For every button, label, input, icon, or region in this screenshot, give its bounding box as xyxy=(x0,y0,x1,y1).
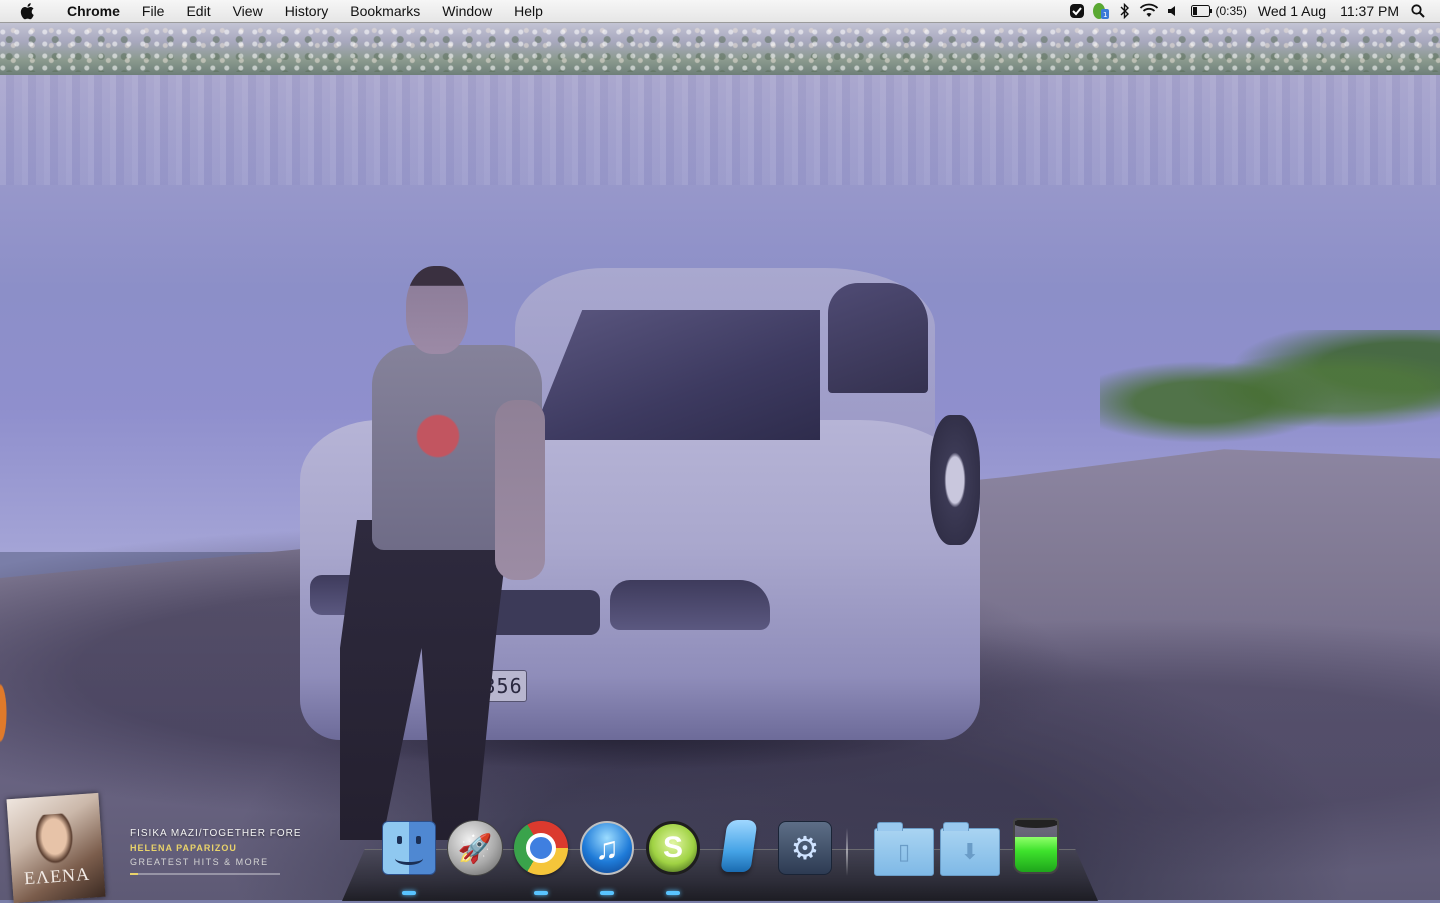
battery-status[interactable]: (0:35) xyxy=(1185,4,1251,18)
dock-item-documents[interactable]: ▯ xyxy=(872,824,936,880)
clock-time[interactable]: 11:37 PM xyxy=(1333,3,1406,19)
menu-window[interactable]: Window xyxy=(431,0,503,22)
dock-item-skype[interactable]: S xyxy=(645,820,701,876)
evernote-sync-icon[interactable]: 1 xyxy=(1089,0,1113,22)
album-art-title: EΛENA xyxy=(23,864,90,890)
bluetooth-icon[interactable] xyxy=(1113,0,1137,22)
eraser-icon xyxy=(720,820,757,872)
battery-icon xyxy=(1191,5,1213,17)
desktop-edge-item xyxy=(0,678,8,748)
volume-icon[interactable] xyxy=(1161,0,1185,22)
menu-help[interactable]: Help xyxy=(503,0,554,22)
skype-icon: S xyxy=(646,821,700,875)
now-playing-artist: HELENA PAPARIZOU xyxy=(130,843,300,853)
dock-item-chrome[interactable] xyxy=(513,820,569,876)
spotlight-search-icon[interactable] xyxy=(1406,0,1430,22)
now-playing-song: FISIKA MAZI/TOGETHER FOREVER xyxy=(130,828,300,839)
wallpaper-bushes xyxy=(1100,330,1440,450)
apple-menu-icon[interactable] xyxy=(0,0,56,22)
wallpaper-car-tire xyxy=(930,415,980,545)
clock-date[interactable]: Wed 1 Aug xyxy=(1251,3,1333,19)
menu-edit[interactable]: Edit xyxy=(175,0,221,22)
downloads-folder-icon: ⬇ xyxy=(940,828,1000,876)
dock-item-downloads[interactable]: ⬇ xyxy=(938,824,1002,880)
dock-item-finder[interactable] xyxy=(381,820,437,876)
now-playing-progress-fill xyxy=(130,873,138,875)
menu-history[interactable]: History xyxy=(274,0,340,22)
dock-item-itunes[interactable]: ♫ xyxy=(579,820,635,876)
now-playing-widget[interactable]: EΛENA FISIKA MAZI/TOGETHER FOREVER HELEN… xyxy=(0,792,320,900)
chrome-icon xyxy=(514,821,568,875)
dock-item-trash[interactable] xyxy=(1008,818,1064,874)
desktop-wallpaper: K 1356 xyxy=(0,0,1440,900)
menu-bookmarks[interactable]: Bookmarks xyxy=(339,0,431,22)
itunes-icon: ♫ xyxy=(580,821,634,875)
system-preferences-icon: ⚙ xyxy=(778,821,832,875)
checkmark-shield-icon[interactable] xyxy=(1065,0,1089,22)
wallpaper-person-head xyxy=(406,266,468,354)
now-playing-text: FISIKA MAZI/TOGETHER FOREVER HELENA PAPA… xyxy=(130,828,300,875)
launchpad-rocket-icon: 🚀 xyxy=(447,820,503,876)
menu-extras: 1 (0:35) Wed 1 Aug 11:37 PM xyxy=(1065,0,1440,22)
menu-bar: Chrome File Edit View History Bookmarks … xyxy=(0,0,1440,23)
finder-icon xyxy=(382,821,436,875)
now-playing-progress[interactable] xyxy=(130,873,280,875)
dock-item-launchpad[interactable]: 🚀 xyxy=(447,820,503,876)
dock-item-system-preferences[interactable]: ⚙ xyxy=(777,820,833,876)
wifi-icon[interactable] xyxy=(1137,0,1161,22)
album-art[interactable]: EΛENA xyxy=(6,793,105,903)
now-playing-album: GREATEST HITS & MORE xyxy=(130,857,300,867)
documents-folder-icon: ▯ xyxy=(874,828,934,876)
menu-view[interactable]: View xyxy=(222,0,274,22)
trash-icon xyxy=(1013,818,1059,874)
svg-text:1: 1 xyxy=(1103,11,1107,19)
battery-time-remaining: (0:35) xyxy=(1213,4,1251,18)
menu-app-name[interactable]: Chrome xyxy=(56,0,131,22)
menu-file[interactable]: File xyxy=(131,0,176,22)
dock-item-eraser[interactable] xyxy=(711,818,767,874)
